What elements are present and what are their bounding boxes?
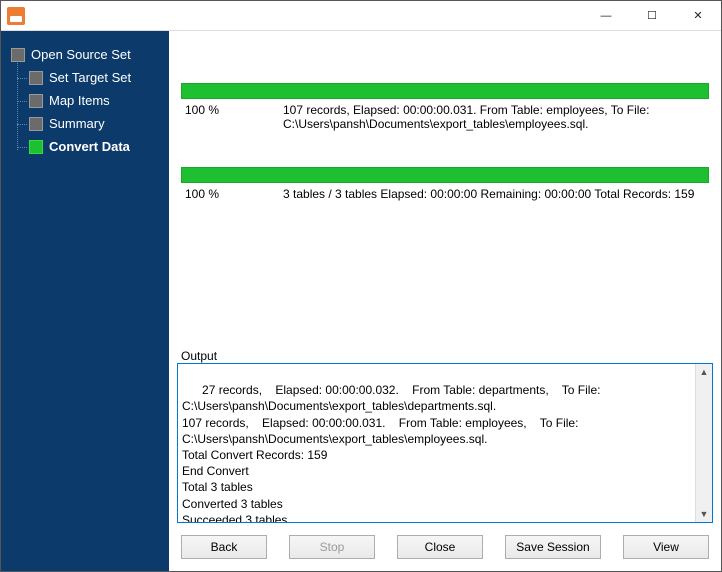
progress-detail-current: 107 records, Elapsed: 00:00:00.031. From… (283, 103, 705, 131)
main-panel: 100 % 107 records, Elapsed: 00:00:00.031… (169, 31, 721, 571)
sidebar-item-map-items[interactable]: Map Items (29, 89, 165, 112)
sidebar-item-open-source-set[interactable]: Open Source Set (11, 43, 165, 66)
sidebar: Open Source Set Set Target Set Map Items… (1, 31, 169, 571)
progress-bar-total (181, 167, 709, 183)
progress-area: 100 % 107 records, Elapsed: 00:00:00.031… (177, 33, 713, 237)
button-row: Back Stop Close Save Session View (177, 523, 713, 563)
progress-percent-total: 100 % (185, 187, 259, 201)
sidebar-item-label: Summary (49, 116, 105, 131)
progress-detail-total: 3 tables / 3 tables Elapsed: 00:00:00 Re… (283, 187, 705, 201)
sidebar-item-convert-data[interactable]: Convert Data (29, 135, 165, 158)
node-icon (29, 94, 43, 108)
progress-percent-current: 100 % (185, 103, 259, 131)
sidebar-item-summary[interactable]: Summary (29, 112, 165, 135)
node-icon (29, 117, 43, 131)
progress-bar-current (181, 83, 709, 99)
output-label: Output (177, 349, 713, 363)
tree-connector (17, 63, 18, 150)
progress-block-total: 100 % 3 tables / 3 tables Elapsed: 00:00… (181, 167, 709, 201)
node-icon (29, 140, 43, 154)
scroll-down-icon[interactable]: ▼ (700, 506, 709, 522)
progress-block-current: 100 % 107 records, Elapsed: 00:00:00.031… (181, 83, 709, 131)
node-icon (11, 48, 25, 62)
minimize-button[interactable]: — (583, 1, 629, 31)
maximize-button[interactable]: ☐ (629, 1, 675, 31)
sidebar-item-label: Convert Data (49, 139, 130, 154)
save-session-button[interactable]: Save Session (505, 535, 601, 559)
app-icon (7, 7, 25, 25)
sidebar-item-label: Set Target Set (49, 70, 131, 85)
nav-tree: Open Source Set Set Target Set Map Items… (11, 43, 165, 158)
close-button[interactable]: Close (397, 535, 483, 559)
titlebar: — ☐ ✕ (1, 1, 721, 31)
sidebar-item-set-target-set[interactable]: Set Target Set (29, 66, 165, 89)
close-window-button[interactable]: ✕ (675, 1, 721, 31)
back-button[interactable]: Back (181, 535, 267, 559)
output-text: 27 records, Elapsed: 00:00:00.032. From … (182, 383, 604, 523)
node-icon (29, 71, 43, 85)
stop-button: Stop (289, 535, 375, 559)
view-button[interactable]: View (623, 535, 709, 559)
scroll-up-icon[interactable]: ▲ (700, 364, 709, 380)
sidebar-item-label: Map Items (49, 93, 110, 108)
sidebar-root-label: Open Source Set (31, 47, 131, 62)
progress-text-total: 100 % 3 tables / 3 tables Elapsed: 00:00… (181, 183, 709, 201)
window-controls: — ☐ ✕ (583, 1, 721, 31)
output-textarea[interactable]: 27 records, Elapsed: 00:00:00.032. From … (177, 363, 713, 523)
scrollbar[interactable]: ▲ ▼ (695, 364, 712, 522)
progress-text-current: 100 % 107 records, Elapsed: 00:00:00.031… (181, 99, 709, 131)
content: Open Source Set Set Target Set Map Items… (1, 31, 721, 571)
